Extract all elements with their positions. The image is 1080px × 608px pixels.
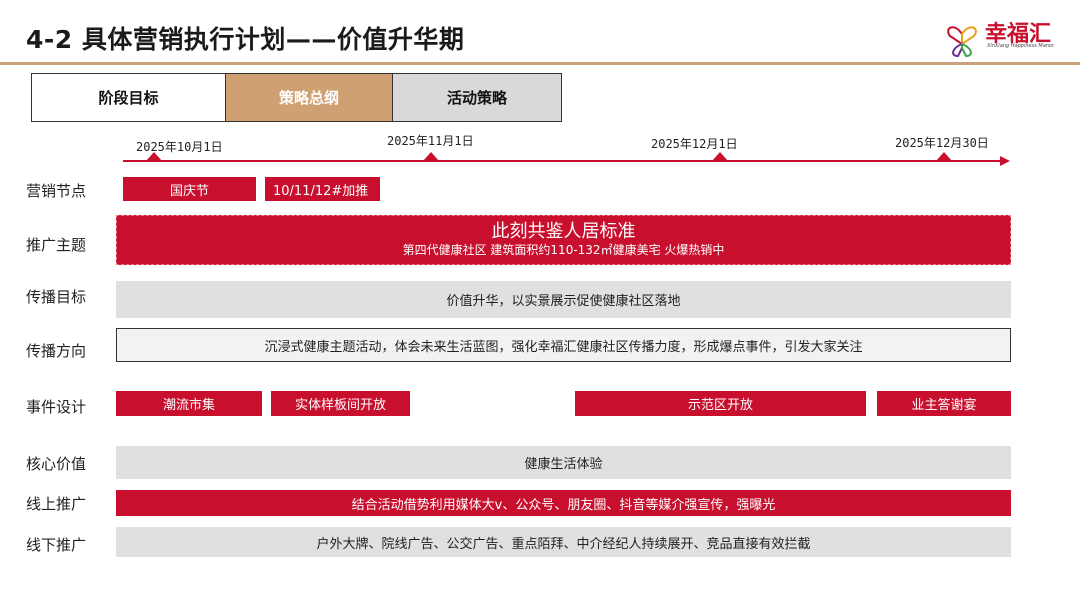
tab-stage-goals[interactable]: 阶段目标 xyxy=(31,73,226,122)
clover-hearts-icon xyxy=(947,26,977,58)
promo-theme-main: 此刻共鉴人居标准 xyxy=(491,221,636,242)
timeline-arrow-icon xyxy=(1000,156,1010,166)
event-trend-market: 潮流市集 xyxy=(116,391,262,416)
core-value-bar: 健康生活体验 xyxy=(116,446,1011,479)
row-label-core-value: 核心价值 xyxy=(25,455,86,473)
online-promo-bar: 结合活动借势利用媒体大v、公众号、朋友圈、抖音等媒介强宣传，强曝光 xyxy=(116,490,1011,516)
event-owner-banquet: 业主答谢宴 xyxy=(877,391,1011,416)
timeline-marker-icon xyxy=(146,152,162,161)
event-showcase-open: 示范区开放 xyxy=(575,391,866,416)
timeline-marker-icon xyxy=(712,152,728,161)
node-additional-launch: 10/11/12#加推 xyxy=(265,177,380,201)
row-label-offline-promo: 线下推广 xyxy=(25,536,86,554)
tab-strategy-outline[interactable]: 策略总纲 xyxy=(225,73,393,122)
row-label-promo-theme: 推广主题 xyxy=(25,236,86,254)
timeline-date: 2025年12月1日 xyxy=(651,137,738,151)
comm-goal-bar: 价值升华，以实景展示促使健康社区落地 xyxy=(116,281,1011,318)
timeline-axis xyxy=(123,160,1003,162)
row-label-event-design: 事件设计 xyxy=(25,398,86,416)
row-label-marketing-nodes: 营销节点 xyxy=(25,182,86,200)
timeline-marker-icon xyxy=(423,152,439,161)
tab-activity-strategy[interactable]: 活动策略 xyxy=(392,73,562,122)
row-label-comm-goal: 传播目标 xyxy=(25,288,86,306)
comm-direction-bar: 沉浸式健康主题活动，体会未来生活蓝图，强化幸福汇健康社区传播力度，形成爆点事件，… xyxy=(116,328,1011,362)
page-title: 4-2 具体营销执行计划——价值升华期 xyxy=(26,25,465,54)
row-label-comm-direction: 传播方向 xyxy=(25,342,86,360)
title-divider xyxy=(0,62,1080,65)
timeline-date: 2025年11月1日 xyxy=(387,134,474,148)
row-label-online-promo: 线上推广 xyxy=(25,495,86,513)
node-national-day: 国庆节 xyxy=(123,177,256,201)
logo-subtext: XinXiang Happiness Manor xyxy=(987,43,1055,49)
event-model-unit-open: 实体样板间开放 xyxy=(271,391,410,416)
timeline-date: 2025年12月30日 xyxy=(895,136,989,150)
timeline-marker-icon xyxy=(936,152,952,161)
offline-promo-bar: 户外大牌、院线广告、公交广告、重点陌拜、中介经纪人持续展开、竞品直接有效拦截 xyxy=(116,527,1011,557)
promo-theme-sub: 第四代健康社区 建筑面积约110-132㎡健康美宅 火爆热销中 xyxy=(402,243,725,257)
promo-theme-banner: 此刻共鉴人居标准 第四代健康社区 建筑面积约110-132㎡健康美宅 火爆热销中 xyxy=(116,215,1011,265)
